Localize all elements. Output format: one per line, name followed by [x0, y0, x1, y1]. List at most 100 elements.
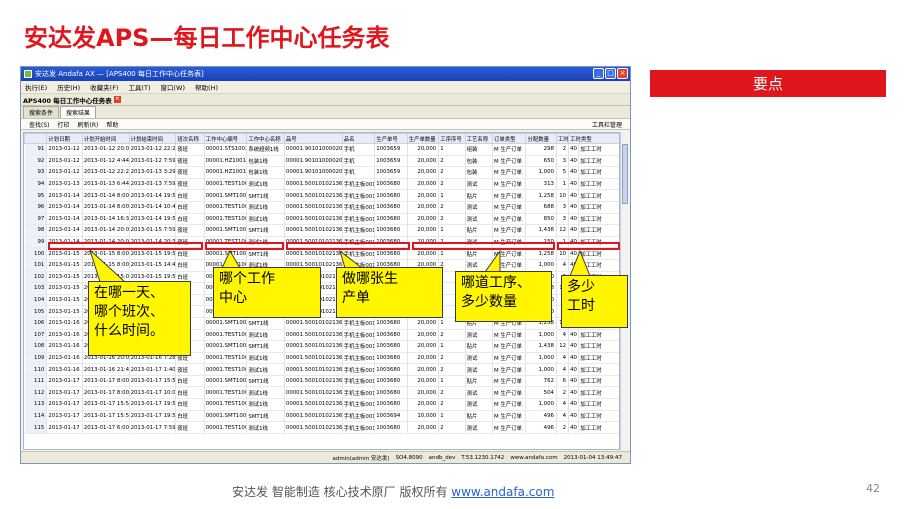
table-cell: 贴片 [465, 189, 493, 202]
column-header[interactable]: 品名 [341, 133, 376, 144]
close-icon[interactable]: × [617, 68, 628, 79]
table-cell: 2 [438, 155, 466, 168]
column-header[interactable]: 工时 [555, 133, 570, 144]
table-cell: 504 [525, 386, 557, 400]
column-header[interactable]: 分配数量 [525, 133, 557, 144]
column-header[interactable]: 工序序号 [438, 133, 466, 144]
table-cell: 20,000 [407, 201, 440, 214]
toolbar-manager-button[interactable]: 工具栏管理 [592, 120, 622, 129]
menu-help[interactable]: 帮助(H) [195, 82, 218, 92]
table-cell: 2013-01-17 [46, 421, 83, 434]
table-cell: 手机主板001 [342, 410, 376, 423]
table-cell: 测试1线 [246, 352, 285, 365]
table-cell: 2013-01-17 7:59 [129, 421, 177, 434]
table-row[interactable]: 114 2013-01-17 2013-01-17 15:51 2013-01-17 … [24, 410, 619, 423]
table-row[interactable]: 91 2013-01-12 2013-01-12 20:00 2013-01-12 2… [24, 143, 619, 156]
tab-search-results[interactable]: 搜索结果 [60, 106, 97, 118]
column-header[interactable]: 计划结束时间 [128, 133, 177, 144]
table-cell: 夜班 [175, 143, 205, 156]
table-cell: 白班 [175, 410, 205, 423]
table-row[interactable]: 110 2013-01-16 2013-01-16 21:40 2013-01-17 … [24, 363, 619, 376]
table-row[interactable]: 94 2013-01-13 2013-01-13 6:44 2013-01-13 7:… [24, 178, 619, 191]
table-header: 计划日期 计划开始时间 计划结束时间 班次名称 工作中心编号 工作中心名称 品号 品名 生产单号… [24, 133, 619, 144]
column-header[interactable]: 班次名称 [175, 133, 205, 144]
menu-tools[interactable]: 工具(T) [128, 82, 150, 92]
status-website: www.andafa.com [510, 454, 558, 461]
menu-window[interactable]: 窗口(W) [161, 82, 186, 92]
table-cell: 包装 [465, 155, 493, 168]
table-row[interactable]: 93 2013-01-12 2013-01-12 22:29 2013-01-13 3… [24, 166, 619, 179]
table-cell: 00001.5001010213651 [284, 386, 343, 400]
help-button[interactable]: 帮助 [106, 120, 118, 129]
table-cell: SMT1线 [246, 189, 285, 202]
refresh-button[interactable]: 刷新(R) [78, 120, 99, 129]
table-cell: 105 [24, 305, 48, 318]
minimize-icon[interactable]: _ [593, 68, 604, 79]
table-row[interactable]: 97 2013-01-14 2013-01-14 16:35 2013-01-14 1… [24, 213, 619, 226]
table-cell: 2013-01-17 [46, 410, 83, 423]
table-row[interactable]: 115 2013-01-17 2013-01-17 6:00 2013-01-17 7… [24, 421, 619, 434]
table-cell: 98 [24, 224, 48, 237]
tab-close-icon[interactable]: × [113, 96, 121, 103]
table-cell: 2013-01-14 16:35 [82, 213, 130, 226]
column-header[interactable]: 计划日期 [46, 133, 83, 144]
table-cell: 99 [24, 236, 48, 249]
callout-process-quantity: 哪道工序、 多少数量 [455, 271, 552, 322]
table-cell: 4 [556, 352, 570, 365]
table-cell: 夜班 [175, 155, 205, 168]
table-row[interactable]: 112 2013-01-17 2013-01-17 8:00 2013-01-17 1… [24, 386, 619, 400]
table-cell: 103 [24, 282, 48, 295]
table-cell: 白班 [175, 201, 205, 214]
table-cell: 加工工时 [578, 352, 619, 365]
table-cell: 00001.TEST1001 [204, 421, 248, 434]
column-header[interactable]: 计划开始时间 [81, 133, 130, 144]
tab-search-criteria[interactable]: 搜索条件 [23, 106, 60, 118]
column-header[interactable]: 生产单数量 [406, 133, 440, 144]
table-row[interactable]: 96 2013-01-14 2013-01-14 8:00 2013-01-14 10… [24, 201, 619, 214]
document-tab[interactable]: APS400 每日工作中心任务表 × [21, 94, 630, 106]
column-header[interactable]: 订单类型 [491, 133, 527, 144]
maximize-icon[interactable]: □ [605, 68, 616, 79]
column-header[interactable]: 品号 [283, 133, 343, 144]
table-cell: 00001.TEST1001 [204, 178, 248, 191]
menu-history[interactable]: 历史(H) [57, 82, 80, 92]
column-header[interactable]: 工作中心编号 [203, 133, 248, 144]
column-header[interactable]: 工时类型 [568, 133, 619, 144]
column-header[interactable]: 工艺名称 [464, 133, 493, 144]
footer-link[interactable]: www.andafa.com [451, 485, 554, 499]
table-row[interactable]: 111 2013-01-17 2013-01-17 8:00 2013-01-17 1… [24, 375, 619, 388]
table-cell: 测试1线 [246, 363, 285, 376]
table-cell: 2013-01-17 8:00 [82, 375, 130, 388]
window-controls: _ □ × [593, 68, 628, 79]
table-cell: 2013-01-17 [46, 398, 83, 411]
table-cell: 2013-01-15 14:47 [129, 259, 177, 272]
column-header[interactable] [24, 133, 48, 144]
table-cell: 20,000 [407, 213, 440, 226]
table-cell: 2 [438, 398, 466, 411]
table-cell: 20,000 [407, 166, 440, 179]
table-row[interactable]: 98 2013-01-14 2013-01-14 20:00 2013-01-15 7… [24, 224, 619, 237]
table-cell: 1,438 [525, 224, 557, 237]
table-cell: 2013-01-17 15:51 [82, 410, 130, 423]
menu-execute[interactable]: 执行(E) [25, 82, 47, 92]
column-header[interactable]: 生产单号 [374, 133, 408, 144]
table-row[interactable]: 101 2013-01-15 2013-01-15 8:00 2013-01-15 1… [24, 259, 619, 272]
table-cell: 2 [438, 352, 466, 365]
column-header[interactable]: 工作中心名称 [246, 133, 285, 144]
table-row[interactable]: 113 2013-01-17 2013-01-17 15:51 2013-01-17 … [24, 398, 619, 411]
table-cell: 20,000 [407, 340, 440, 353]
table-cell: 加工工时 [578, 201, 619, 214]
print-button[interactable]: 打印 [58, 120, 70, 129]
table-cell: 00001.TEST1001 [204, 352, 248, 365]
table-row[interactable]: 92 2013-01-12 2013-01-12 4:44 2013-01-12 7:… [24, 155, 619, 168]
table-cell: 1 [438, 189, 466, 202]
table-row[interactable]: 95 2013-01-14 2013-01-14 8:00 2013-01-14 19… [24, 189, 619, 202]
table-cell: 手机主板001 [342, 386, 376, 400]
table-cell: 40 [568, 421, 580, 434]
table-cell: 手机 [342, 166, 376, 179]
table-cell: 00001.5001010213651 [284, 363, 343, 376]
table-cell: 2 [438, 201, 466, 214]
scrollbar-thumb[interactable] [622, 144, 628, 204]
find-button[interactable]: 查找(S) [29, 120, 50, 129]
menu-favorites[interactable]: 收藏夹(F) [90, 82, 118, 92]
